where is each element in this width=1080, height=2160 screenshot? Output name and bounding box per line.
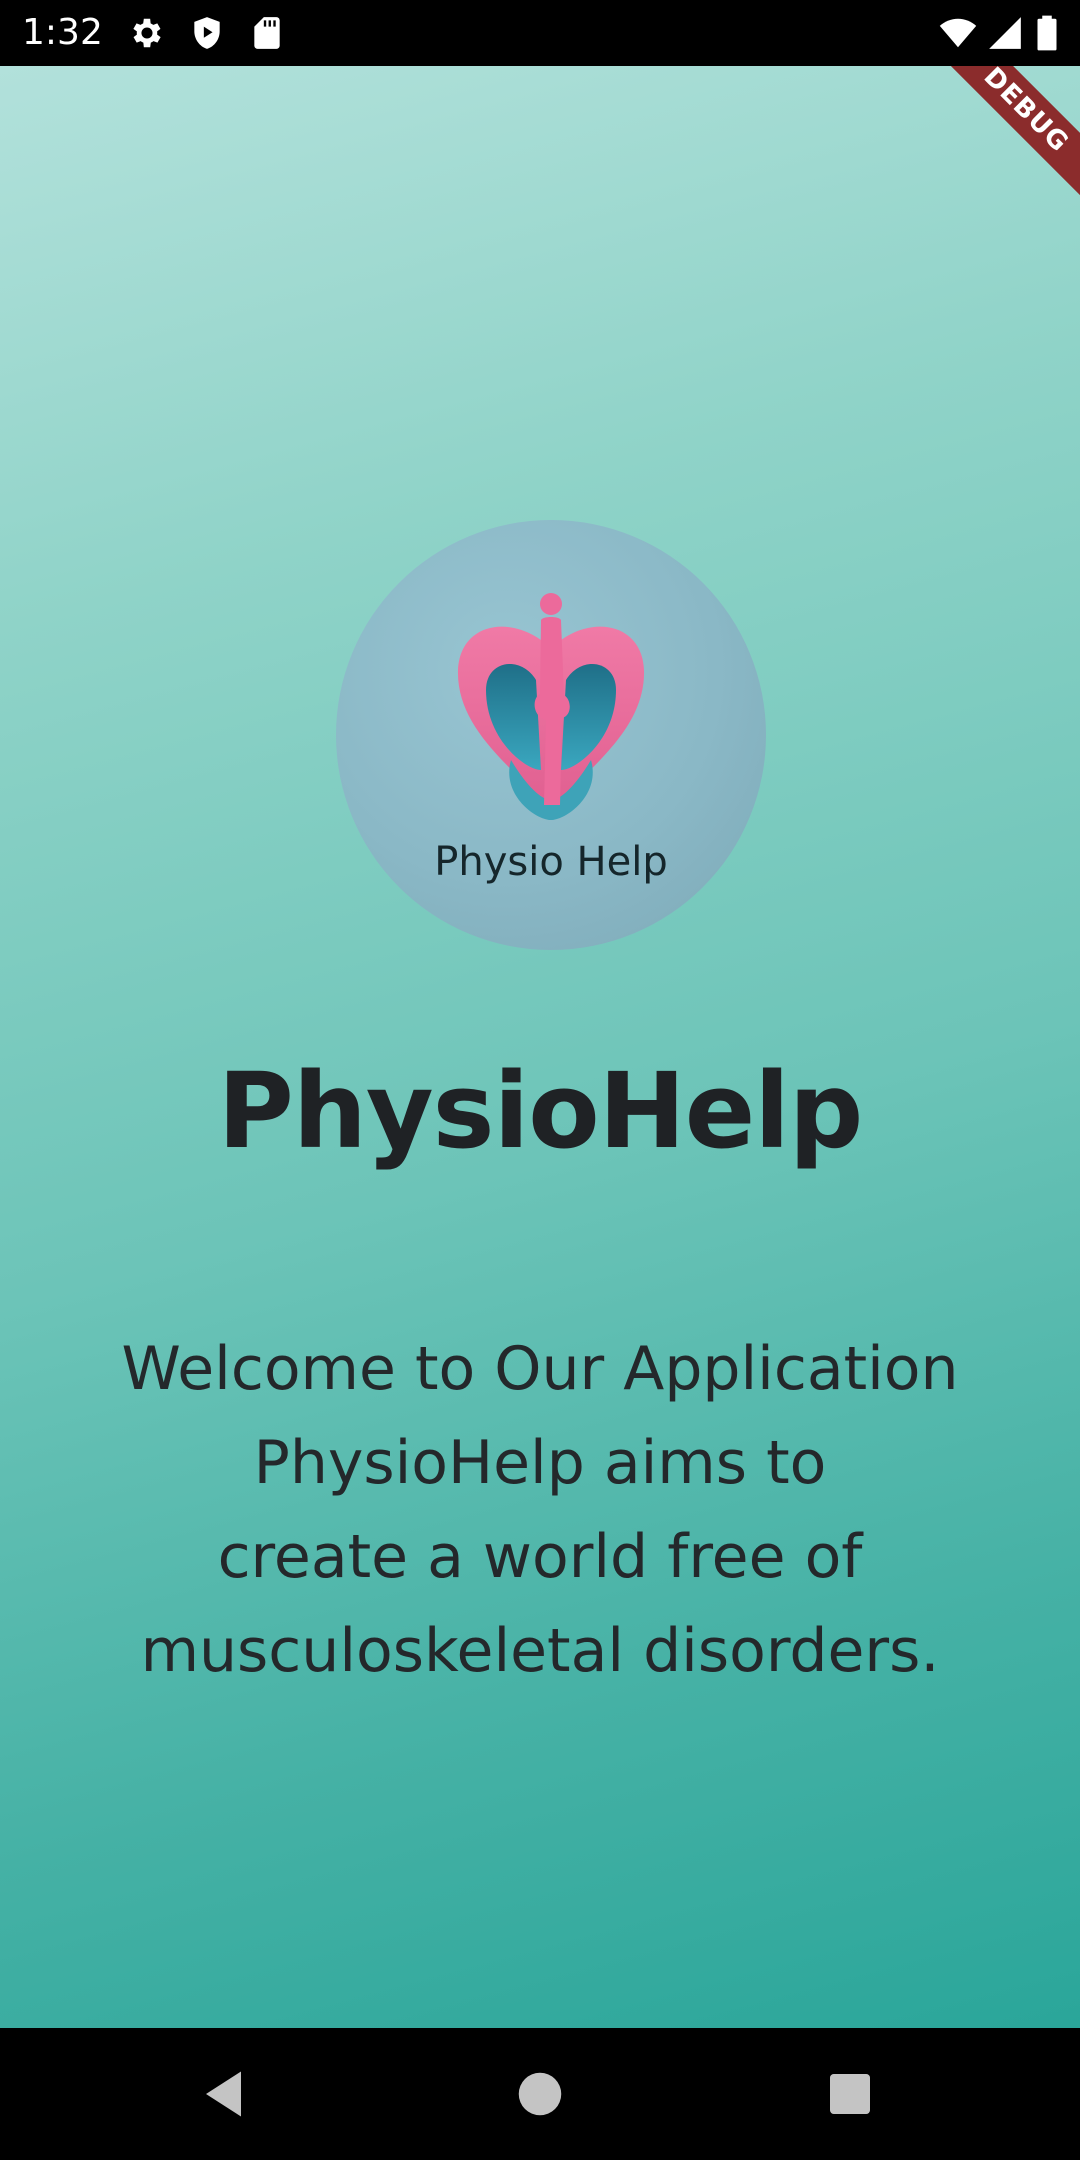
- back-icon[interactable]: [196, 2064, 256, 2124]
- signal-icon: [986, 14, 1024, 52]
- sd-card-icon: [248, 14, 286, 52]
- welcome-message: Welcome to Our Application PhysioHelp ai…: [60, 1322, 1020, 1698]
- welcome-line-1: Welcome to Our Application: [121, 1334, 959, 1404]
- settings-icon: [128, 14, 166, 52]
- debug-banner: DEBUG: [880, 66, 1080, 266]
- status-bar: 1:32: [0, 0, 1080, 66]
- wifi-icon: [936, 14, 980, 52]
- home-icon[interactable]: [510, 2064, 570, 2124]
- app-logo: Physio Help: [336, 520, 766, 950]
- shield-play-icon: [188, 14, 226, 52]
- battery-icon: [1032, 14, 1062, 52]
- welcome-screen: Physio Help PhysioHelp Welcome to Our Ap…: [0, 66, 1080, 2028]
- status-time: 1:32: [22, 12, 103, 53]
- navigation-bar: [0, 2028, 1080, 2160]
- recents-icon[interactable]: [820, 2064, 880, 2124]
- debug-label: DEBUG: [918, 66, 1080, 218]
- welcome-line-4: musculoskeletal disorders.: [140, 1616, 940, 1686]
- logo-wordmark: Physio Help: [434, 839, 667, 885]
- app-title: PhysioHelp: [217, 1050, 864, 1172]
- welcome-line-2: PhysioHelp aims to: [253, 1428, 827, 1498]
- welcome-line-3: create a world free of: [217, 1522, 863, 1592]
